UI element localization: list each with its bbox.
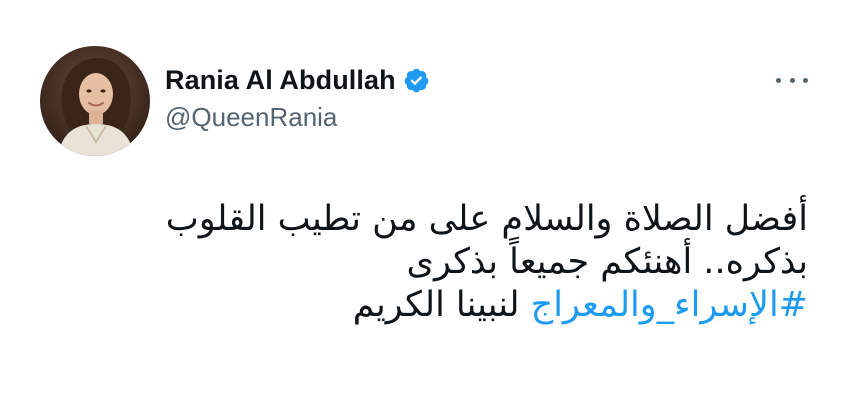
display-name[interactable]: Rania Al Abdullah [165,65,396,96]
user-info: Rania Al Abdullah @QueenRania [165,62,430,133]
dot [803,77,808,83]
avatar[interactable] [40,46,150,156]
tweet-text: أفضل الصلاة والسلام على من تطيب القلوب ب… [88,198,808,327]
tweet-line-3-text: لنبينا الكريم [352,285,531,325]
dot [789,77,795,83]
more-horizontal-icon[interactable] [776,66,808,94]
tweet-card: Rania Al Abdullah @QueenRania أفضل الصلا… [0,0,850,405]
dot [776,77,781,83]
tweet-line-1: أفضل الصلاة والسلام على من تطيب القلوب [165,199,808,239]
name-row: Rania Al Abdullah [165,62,430,98]
profile-photo-icon [40,46,150,156]
user-handle[interactable]: @QueenRania [165,102,430,133]
tweet-line-3: #الإسراء_والمعراج لنبينا الكريم [88,284,808,327]
verified-badge-icon [403,67,430,94]
tweet-line-2: بذكره.. أهنئكم جميعاً بذكرى [406,242,808,282]
hashtag-link[interactable]: #الإسراء_والمعراج [531,285,808,325]
